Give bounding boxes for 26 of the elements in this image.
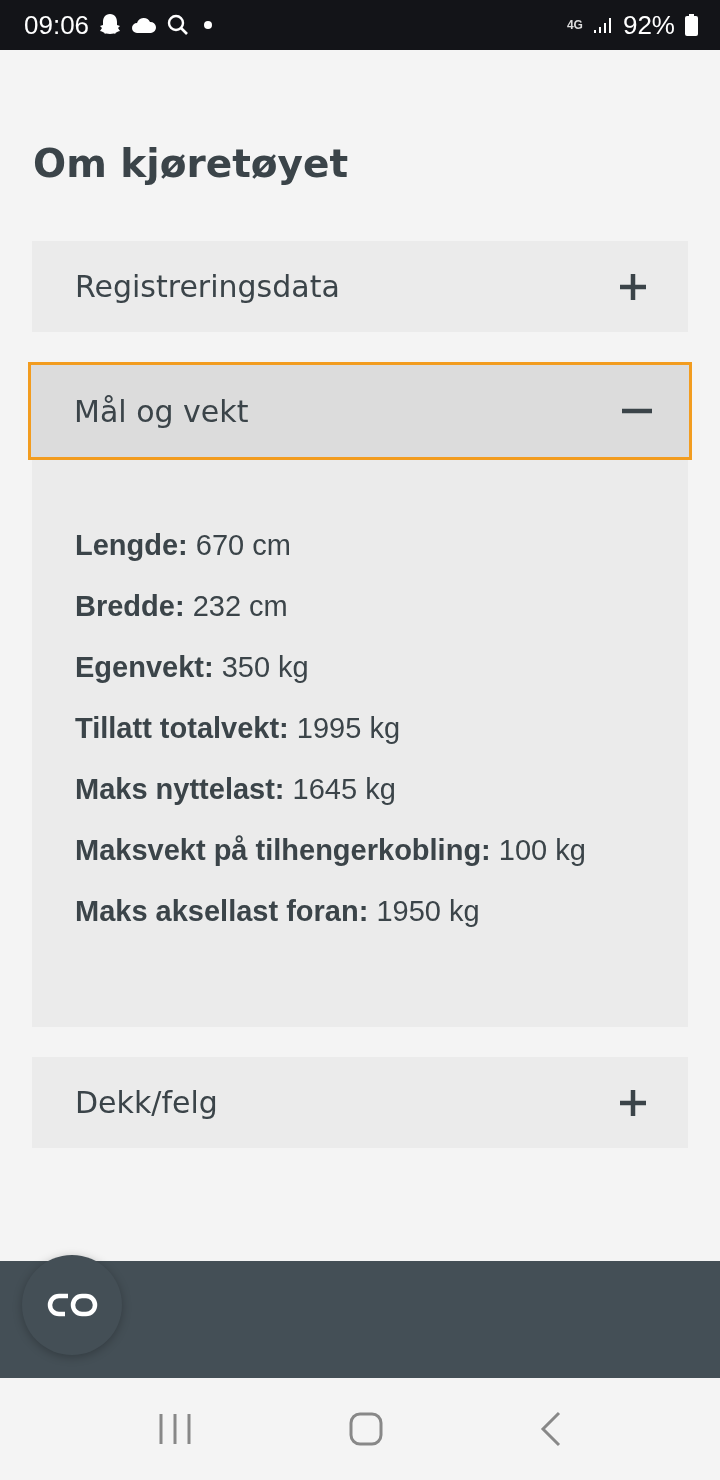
- accordion-header[interactable]: Registreringsdata: [32, 241, 688, 332]
- back-icon: [539, 1411, 562, 1447]
- ghost-icon: [99, 13, 122, 37]
- minus-icon: [622, 408, 652, 414]
- detail-line: Bredde: 232 cm: [75, 589, 289, 624]
- link-icon: [46, 1293, 98, 1317]
- plus-icon: [618, 1087, 648, 1118]
- plus-icon: [618, 271, 648, 302]
- signal-icon: [592, 15, 613, 35]
- detail-line: Maks aksellast foran: 1950 kg: [75, 894, 481, 929]
- accordion-header[interactable]: Dekk/felg: [32, 1057, 688, 1148]
- clock-time: 09:06: [24, 9, 90, 41]
- page-title: Om kjøretøyet: [33, 144, 350, 183]
- detail-line: Egenvekt: 350 kg: [75, 650, 310, 685]
- detail-line: Tillatt totalvekt: 1995 kg: [75, 711, 402, 746]
- cloud-icon: [131, 17, 158, 33]
- detail-line: Maksvekt på tilhengerkobling: 100 kg: [75, 833, 587, 868]
- detail-line: Maks nyttelast: 1645 kg: [75, 772, 397, 807]
- battery-icon: [685, 14, 698, 36]
- search-icon: [167, 14, 190, 36]
- recent-apps-icon: [158, 1412, 193, 1446]
- network-type: 4G: [566, 18, 583, 32]
- battery-level: 92%: [622, 9, 675, 41]
- accordion-header[interactable]: Mål og vekt: [28, 362, 692, 460]
- home-icon: [349, 1412, 383, 1446]
- detail-line: Lengde: 670 cm: [75, 528, 292, 563]
